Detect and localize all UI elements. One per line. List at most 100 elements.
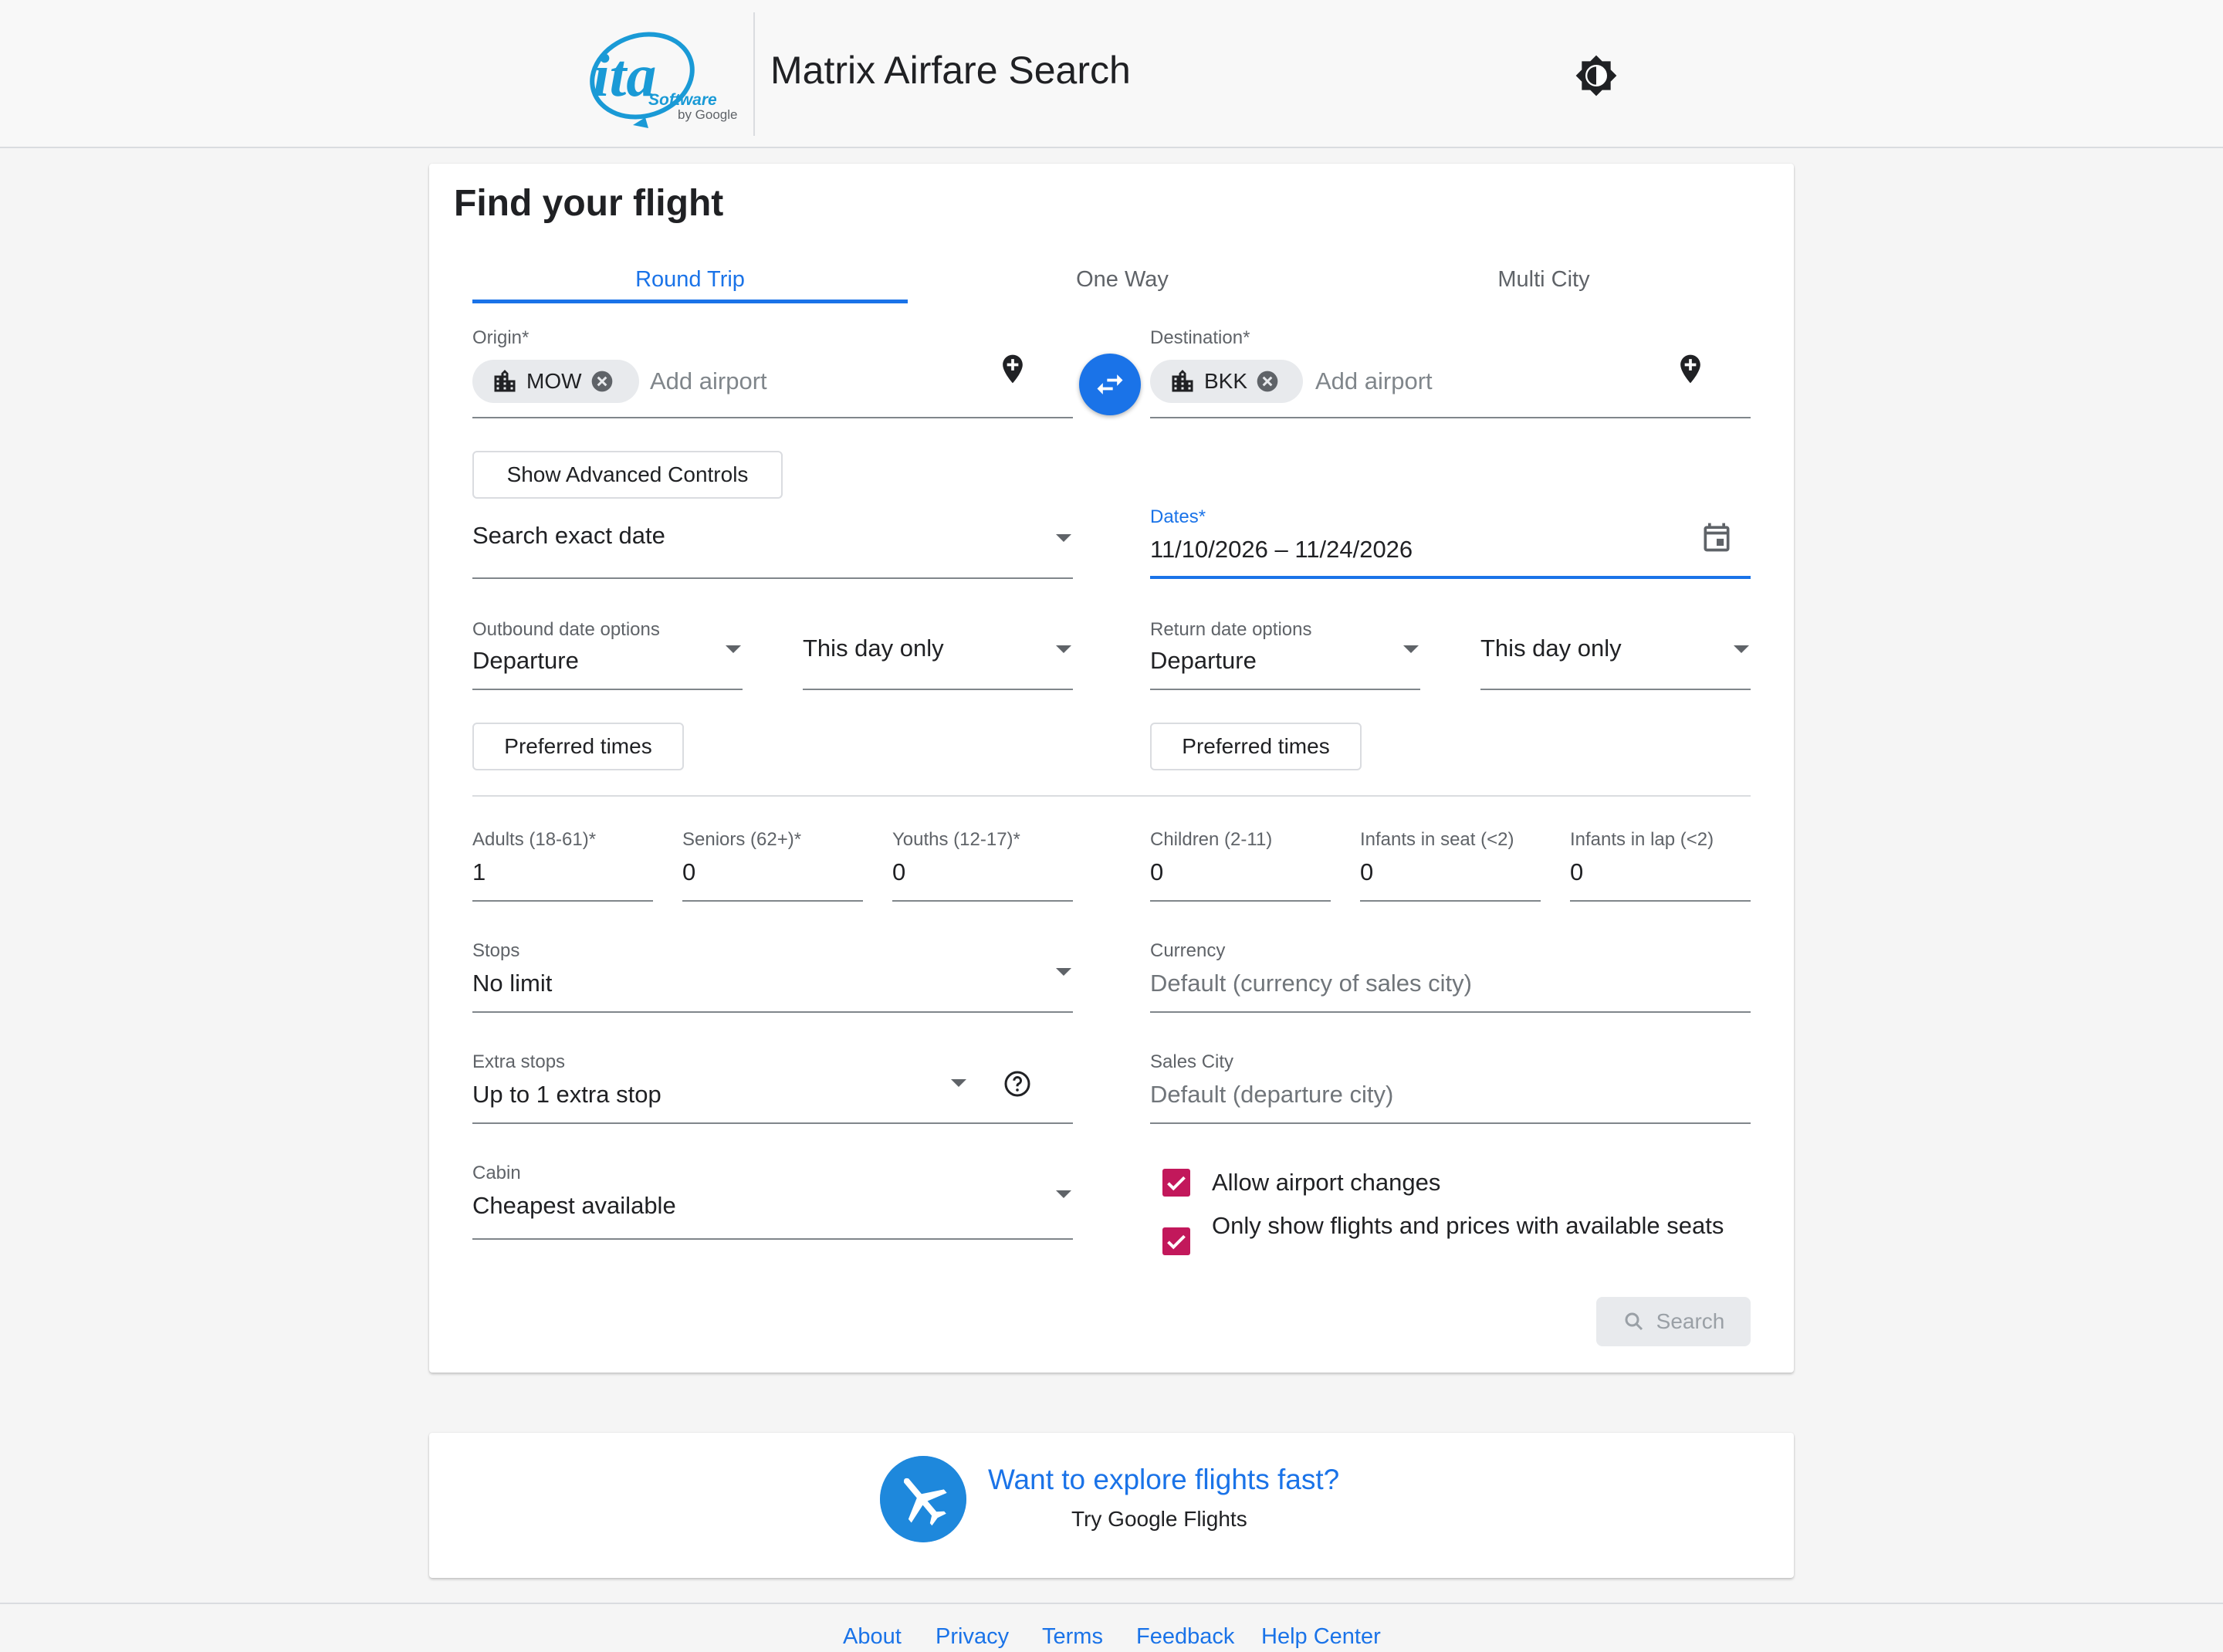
add-location-icon[interactable]: [1673, 349, 1707, 389]
return-range-select[interactable]: This day only: [1480, 635, 1622, 662]
destination-input[interactable]: Add airport: [1315, 367, 1433, 395]
adults-label: Adults (18-61)*: [472, 829, 597, 850]
city-icon: [1172, 370, 1193, 392]
airplane-icon[interactable]: [880, 1456, 966, 1542]
check-icon: [1167, 1234, 1186, 1250]
footer-link-terms[interactable]: Terms: [1042, 1624, 1103, 1650]
destination-label: Destination*: [1150, 327, 1250, 348]
swap-airports-button[interactable]: [1079, 354, 1141, 415]
tab-one-way[interactable]: One Way: [908, 256, 1337, 329]
add-location-icon[interactable]: [996, 349, 1030, 389]
infants-lap-label: Infants in lap (<2): [1570, 829, 1714, 850]
stops-label: Stops: [472, 940, 520, 961]
sales-city-underline: [1150, 1122, 1751, 1124]
infants-seat-input[interactable]: 0: [1360, 858, 1373, 886]
chevron-down-icon[interactable]: [1056, 534, 1071, 542]
ita-software-logo[interactable]: ita Software by Google: [587, 19, 741, 134]
origin-chip[interactable]: MOW: [472, 360, 639, 403]
currency-input[interactable]: Default (currency of sales city): [1150, 970, 1472, 997]
return-options-label: Return date options: [1150, 619, 1312, 640]
youths-input[interactable]: 0: [892, 858, 905, 886]
return-range-underline: [1480, 689, 1751, 690]
sales-city-label: Sales City: [1150, 1051, 1234, 1072]
return-preferred-times-button[interactable]: Preferred times: [1150, 723, 1362, 770]
available-seats-label[interactable]: Only show flights and prices with availa…: [1212, 1210, 1737, 1241]
help-icon[interactable]: [1003, 1070, 1031, 1098]
destination-chip-label: BKK: [1204, 369, 1248, 393]
search-button[interactable]: Search: [1596, 1297, 1751, 1346]
chevron-down-icon[interactable]: [1056, 645, 1071, 653]
youths-label: Youths (12-17)*: [892, 829, 1020, 850]
app-header: ita Software by Google Matrix Airfare Se…: [0, 0, 2223, 148]
cabin-label: Cabin: [472, 1163, 521, 1183]
chevron-down-icon[interactable]: [1403, 645, 1419, 653]
chevron-down-icon[interactable]: [1056, 1190, 1071, 1198]
infants-seat-label: Infants in seat (<2): [1360, 829, 1514, 850]
footer-link-help-center[interactable]: Help Center: [1261, 1624, 1381, 1650]
origin-chip-label: MOW: [526, 369, 582, 393]
children-underline: [1150, 900, 1331, 902]
dates-label: Dates*: [1150, 506, 1206, 527]
footer-link-about[interactable]: About: [843, 1624, 902, 1650]
children-label: Children (2-11): [1150, 829, 1273, 850]
destination-chip[interactable]: BKK: [1150, 360, 1303, 403]
date-search-select[interactable]: Search exact date: [472, 522, 665, 550]
infants-lap-underline: [1570, 900, 1751, 902]
form-title: Find your flight: [454, 183, 724, 224]
youths-underline: [892, 900, 1073, 902]
seniors-label: Seniors (62+)*: [682, 829, 802, 850]
promo-subtitle[interactable]: Try Google Flights: [1071, 1507, 1247, 1532]
return-type-underline: [1150, 689, 1420, 690]
outbound-type-underline: [472, 689, 743, 690]
seniors-underline: [682, 900, 863, 902]
tab-round-trip[interactable]: Round Trip: [472, 256, 908, 329]
chevron-down-icon[interactable]: [726, 645, 741, 653]
outbound-range-select[interactable]: This day only: [803, 635, 944, 662]
adults-input[interactable]: 1: [472, 858, 486, 886]
remove-origin-icon[interactable]: [590, 369, 614, 394]
cabin-underline: [472, 1238, 1073, 1240]
currency-label: Currency: [1150, 940, 1226, 961]
outbound-options-label: Outbound date options: [472, 619, 660, 640]
adults-underline: [472, 900, 653, 902]
footer-link-feedback[interactable]: Feedback: [1136, 1624, 1234, 1650]
logo-by: by Google: [678, 107, 738, 122]
tab-multi-city[interactable]: Multi City: [1337, 256, 1751, 329]
allow-airport-changes-label[interactable]: Allow airport changes: [1212, 1167, 1440, 1198]
sales-city-input[interactable]: Default (departure city): [1150, 1081, 1393, 1109]
brightness-icon[interactable]: [1575, 54, 1618, 97]
infants-seat-underline: [1360, 900, 1541, 902]
chevron-down-icon[interactable]: [951, 1079, 966, 1087]
dates-input[interactable]: 11/10/2026 – 11/24/2026: [1150, 536, 1413, 564]
return-type-select[interactable]: Departure: [1150, 647, 1257, 675]
stops-select[interactable]: No limit: [472, 970, 552, 997]
available-seats-checkbox[interactable]: [1162, 1227, 1190, 1255]
calendar-icon[interactable]: [1700, 520, 1734, 554]
search-button-label: Search: [1656, 1309, 1725, 1333]
cabin-select[interactable]: Cheapest available: [472, 1192, 676, 1220]
check-icon: [1167, 1176, 1186, 1191]
seniors-input[interactable]: 0: [682, 858, 695, 886]
header-divider: [753, 12, 755, 136]
origin-underline: [472, 417, 1073, 418]
remove-destination-icon[interactable]: [1255, 369, 1280, 394]
chevron-down-icon[interactable]: [1056, 968, 1071, 976]
outbound-preferred-times-button[interactable]: Preferred times: [472, 723, 684, 770]
footer-divider: [0, 1603, 2223, 1604]
destination-underline: [1150, 417, 1751, 418]
promo-title[interactable]: Want to explore flights fast?: [988, 1464, 1339, 1496]
chevron-down-icon[interactable]: [1734, 645, 1749, 653]
outbound-type-select[interactable]: Departure: [472, 647, 579, 675]
extra-stops-underline: [472, 1122, 1073, 1124]
origin-input[interactable]: Add airport: [650, 367, 767, 395]
show-advanced-controls-button[interactable]: Show Advanced Controls: [472, 451, 783, 499]
outbound-range-underline: [803, 689, 1073, 690]
infants-lap-input[interactable]: 0: [1570, 858, 1583, 886]
allow-airport-changes-checkbox[interactable]: [1162, 1169, 1190, 1197]
origin-label: Origin*: [472, 327, 530, 348]
swap-icon: [1097, 374, 1123, 394]
children-input[interactable]: 0: [1150, 858, 1163, 886]
app-title: Matrix Airfare Search: [770, 49, 1131, 92]
extra-stops-select[interactable]: Up to 1 extra stop: [472, 1081, 661, 1109]
footer-link-privacy[interactable]: Privacy: [936, 1624, 1009, 1650]
